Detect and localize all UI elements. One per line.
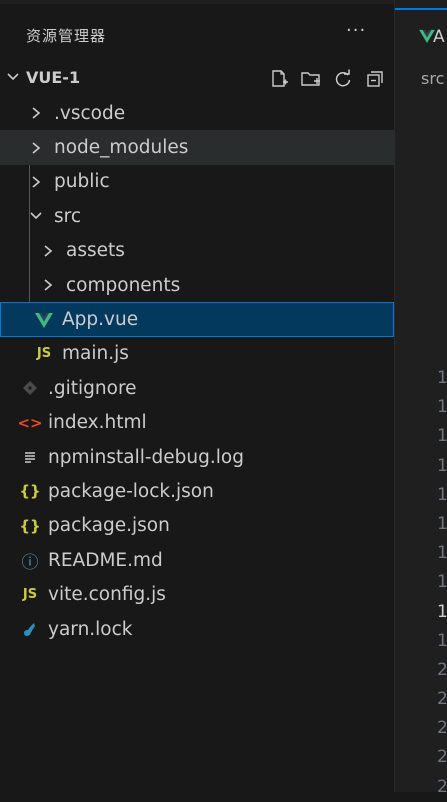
new-folder-icon[interactable] [300, 68, 322, 90]
line-number: 1 [437, 601, 447, 622]
tree-item-label: assets [66, 240, 125, 262]
tree-item-gitignore[interactable]: .gitignore [0, 371, 394, 405]
explorer-header: 资源管理器 ··· [0, 18, 394, 52]
root-actions [268, 68, 386, 90]
line-number: 2 [437, 718, 447, 739]
tree-item-label: index.html [48, 412, 147, 434]
tree-item-package-lock-json[interactable]: {} package-lock.json [0, 474, 394, 508]
line-number: 1 [437, 368, 447, 388]
js-file-icon: JS [36, 346, 52, 362]
chevron-down-icon [26, 206, 46, 226]
panel-top-border [0, 0, 394, 4]
tree-item-label: App.vue [62, 309, 139, 331]
tree-item-index-html[interactable]: <> index.html [0, 406, 394, 440]
file-tree: .vscode node_modules public src assets c… [0, 96, 394, 646]
line-number: 1 [437, 484, 447, 505]
chevron-right-icon [26, 103, 46, 123]
refresh-icon[interactable] [332, 68, 354, 90]
git-icon [20, 378, 40, 398]
line-number: 1 [437, 397, 447, 418]
line-number: 2 [437, 776, 447, 797]
line-number: 1 [437, 426, 447, 447]
tree-item-label: package-lock.json [48, 480, 214, 502]
tree-item-src[interactable]: src [0, 199, 394, 233]
line-number: 2 [437, 659, 447, 680]
tree-item-vite-config[interactable]: JS vite.config.js [0, 577, 394, 611]
info-icon: ⓘ [21, 552, 39, 573]
tree-item-package-json[interactable]: {} package.json [0, 509, 394, 543]
explorer-panel: 资源管理器 ··· VUE-1 .vscode node_modules pub… [0, 0, 394, 792]
editor-area: A src 1 1 1 1 1 1 1 1 1 1 2 2 2 2 2 [394, 0, 447, 797]
chevron-right-icon [26, 138, 46, 158]
tree-item-assets[interactable]: assets [0, 234, 394, 268]
breadcrumb[interactable]: src [421, 69, 444, 88]
line-number: 1 [437, 572, 447, 593]
tree-item-yarn-lock[interactable]: yarn.lock [0, 612, 394, 646]
tree-item-label: .gitignore [48, 377, 137, 399]
tree-item-label: public [54, 171, 110, 193]
line-number-gutter: 1 1 1 1 1 1 1 1 1 1 2 2 2 2 2 [437, 364, 447, 802]
workspace-root-label: VUE-1 [26, 68, 81, 87]
js-file-icon: JS [22, 587, 38, 603]
line-number: 1 [437, 630, 447, 651]
tree-item-vscode[interactable]: .vscode [0, 96, 394, 130]
tree-item-label: src [54, 205, 82, 227]
tree-item-label: node_modules [54, 137, 189, 159]
json-file-icon: {} [19, 482, 41, 501]
editor-tab-bar: A [395, 0, 447, 62]
tree-item-readme[interactable]: ⓘ README.md [0, 543, 394, 577]
tree-item-label: yarn.lock [48, 618, 133, 640]
more-actions-button[interactable]: ··· [346, 20, 366, 41]
tree-item-label: components [66, 274, 181, 296]
html-file-icon: <> [17, 413, 43, 432]
vue-file-icon [34, 310, 54, 330]
tree-item-components[interactable]: components [0, 268, 394, 302]
collapse-all-icon[interactable] [364, 68, 386, 90]
tree-item-label: .vscode [54, 102, 126, 124]
workspace-root[interactable]: VUE-1 [0, 62, 394, 96]
chevron-right-icon [26, 172, 46, 192]
line-number: 2 [437, 747, 447, 768]
tab-app-vue[interactable]: A [395, 8, 447, 60]
tree-item-label: README.md [48, 549, 163, 571]
chevron-right-icon [38, 275, 58, 295]
line-number: 1 [437, 543, 447, 564]
tree-item-label: package.json [48, 515, 170, 537]
tree-item-label: vite.config.js [48, 584, 166, 606]
tree-item-label: main.js [62, 343, 129, 365]
line-number: 1 [437, 455, 447, 476]
tree-item-npminstall-log[interactable]: npminstall-debug.log [0, 440, 394, 474]
tree-item-public[interactable]: public [0, 165, 394, 199]
tree-item-app-vue[interactable]: App.vue [0, 302, 394, 337]
tab-label: A [433, 27, 445, 47]
explorer-title: 资源管理器 [26, 27, 107, 45]
line-number: 2 [437, 689, 447, 710]
json-file-icon: {} [19, 516, 41, 535]
tree-item-label: npminstall-debug.log [48, 446, 244, 468]
yarn-icon [20, 619, 40, 639]
log-file-icon [20, 447, 40, 467]
chevron-down-icon [6, 69, 20, 88]
chevron-right-icon [38, 241, 58, 261]
tree-item-node-modules[interactable]: node_modules [0, 130, 394, 165]
tree-item-main-js[interactable]: JS main.js [0, 337, 394, 371]
line-number: 1 [437, 513, 447, 534]
new-file-icon[interactable] [268, 68, 290, 90]
